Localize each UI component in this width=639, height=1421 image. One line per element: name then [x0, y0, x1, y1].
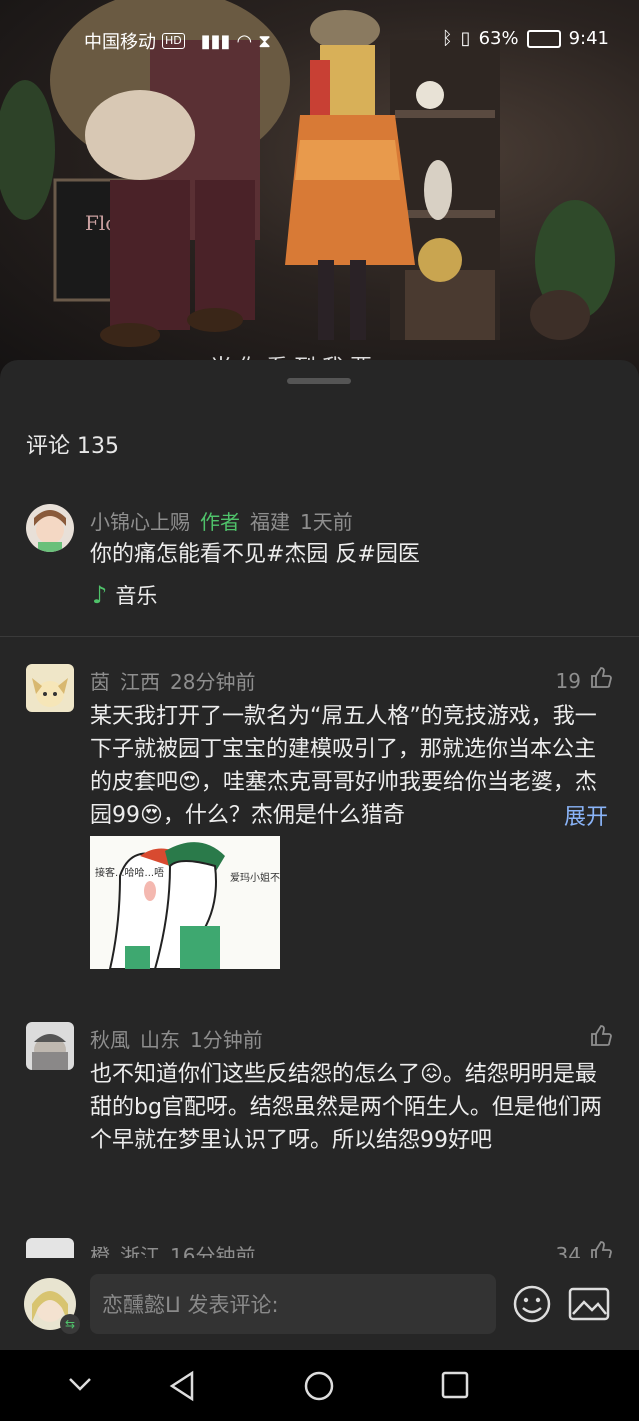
- battery-icon: [526, 29, 561, 48]
- hd-badge: HD: [162, 33, 185, 49]
- avatar[interactable]: [26, 1238, 74, 1258]
- music-label: 音乐: [115, 584, 158, 608]
- recents-icon[interactable]: [440, 1370, 470, 1404]
- like-button[interactable]: [581, 1024, 613, 1053]
- author-badge: 作者: [200, 510, 240, 534]
- comments-count-title: 评论 135: [26, 434, 119, 459]
- music-link[interactable]: ♪ 音乐: [92, 580, 157, 610]
- drag-handle[interactable]: [287, 378, 351, 384]
- comment-item: 橙浙江 16分钟前 34: [0, 1236, 639, 1258]
- timestamp: 1分钟前: [190, 1028, 263, 1052]
- avatar[interactable]: [26, 1022, 74, 1070]
- image-picker-icon[interactable]: [568, 1286, 610, 1326]
- thumbs-up-icon: [589, 1240, 613, 1258]
- timestamp: 1天前: [300, 510, 353, 534]
- comment-input-bar: ⇆ 恋醺懿ⵡ 发表评论:: [0, 1258, 639, 1350]
- comment-text: 你的痛怎能看不见#杰园 反#园医: [90, 542, 420, 567]
- vibrate-icon: ▯: [460, 28, 471, 49]
- divider: [0, 636, 639, 637]
- comment-meta: 秋風 山东 1分钟前: [90, 1024, 273, 1053]
- comment-text-content: 某天我打开了一款名为“屌五人格”的竞技游戏，我一下子就被园丁宝宝的建模吸引了，那…: [90, 704, 597, 828]
- comment-image[interactable]: 接客...哈哈...唔 爱玛小姐不乖哦: [90, 836, 280, 969]
- like-button[interactable]: 19: [556, 666, 613, 695]
- username[interactable]: 橙: [90, 1244, 110, 1258]
- carrier-label: 中国移动: [84, 32, 156, 53]
- username[interactable]: 小锦心上赐: [90, 510, 190, 534]
- image-speech-left: 接客...哈哈...唔: [95, 866, 164, 879]
- thumbs-up-icon: [589, 1024, 613, 1053]
- signal-icon: ▮▮▮: [200, 30, 231, 52]
- comment-input-placeholder: 恋醺懿ⵡ 发表评论:: [102, 1293, 279, 1317]
- wifi-icon: ◠: [236, 30, 253, 52]
- comment-text: 某天我打开了一款名为“屌五人格”的竞技游戏，我一下子就被园丁宝宝的建模吸引了，那…: [90, 700, 615, 832]
- switch-account-icon[interactable]: ⇆: [60, 1314, 80, 1334]
- clock: 9:41: [568, 28, 609, 49]
- comment-meta: 橙浙江 16分钟前: [90, 1240, 265, 1258]
- home-icon[interactable]: [303, 1370, 335, 1406]
- timestamp: 28分钟前: [170, 670, 256, 694]
- avatar[interactable]: [26, 664, 74, 712]
- location: 福建: [250, 510, 290, 534]
- avatar[interactable]: [26, 504, 74, 552]
- username[interactable]: 茵: [90, 670, 110, 694]
- comments-sheet: 评论 135 小锦心上赐 作者 福建 1天前 你的痛怎能看不见#杰园 反#园医 ♪ 音…: [0, 360, 639, 1350]
- location: 浙江: [120, 1244, 160, 1258]
- expand-link[interactable]: 展开: [560, 799, 609, 831]
- image-speech-right: 爱玛小姐不乖哦: [230, 871, 280, 884]
- video-player[interactable]: Flora 中国移动 HD ▮▮▮ ◠ ⧗ ᛒ ▯ 63% 9:41: [0, 0, 639, 380]
- status-bar: 中国移动 HD ▮▮▮ ◠ ⧗ ᛒ ▯ 63% 9:41: [0, 24, 639, 56]
- bluetooth-icon: ᛒ: [441, 28, 453, 49]
- like-button[interactable]: 34: [556, 1240, 613, 1258]
- system-nav-bar: [0, 1350, 639, 1421]
- timestamp: 16分钟前: [170, 1244, 256, 1258]
- comment-input[interactable]: 恋醺懿ⵡ 发表评论:: [90, 1274, 496, 1334]
- emoji-icon[interactable]: [512, 1284, 552, 1328]
- video-frame: Flora: [0, 0, 615, 347]
- like-count: 34: [555, 1242, 581, 1259]
- hourglass-icon: ⧗: [258, 30, 271, 52]
- expand-label: 展开: [564, 805, 609, 830]
- music-note-icon: ♪: [92, 581, 108, 609]
- like-count: 19: [555, 668, 581, 693]
- back-icon[interactable]: [168, 1370, 198, 1406]
- location: 山东: [140, 1028, 180, 1052]
- comment-meta: 小锦心上赐 作者 福建 1天前: [90, 506, 363, 535]
- battery-percent: 63%: [478, 28, 519, 49]
- comment-text: 也不知道你们这些反结怨的怎么了😖。结怨明明是最甜的bg官配呀。结怨虽然是两个陌生…: [90, 1062, 602, 1153]
- username[interactable]: 秋風: [90, 1028, 130, 1052]
- comment-meta: 茵江西 28分钟前: [90, 666, 265, 695]
- thumbs-up-icon: [589, 666, 613, 695]
- chevron-down-icon[interactable]: [66, 1374, 94, 1398]
- location: 江西: [120, 670, 160, 694]
